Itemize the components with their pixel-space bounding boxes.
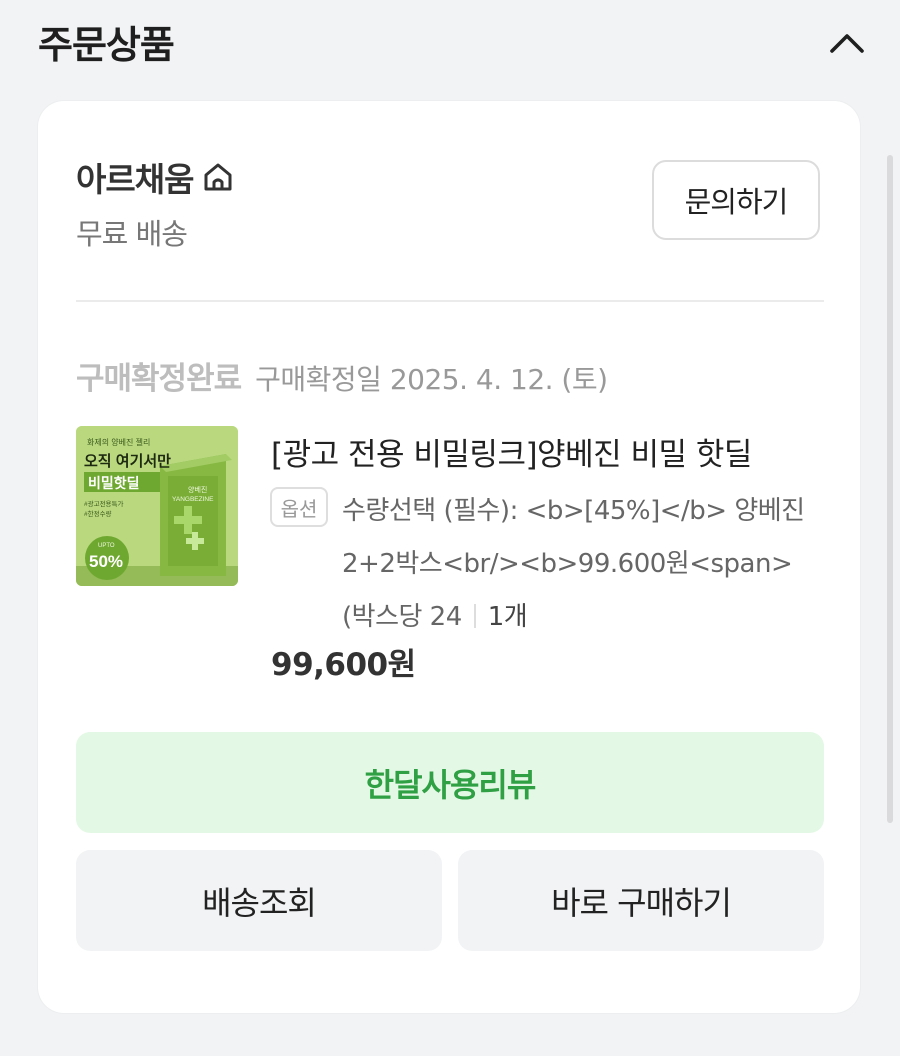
home-icon[interactable] (201, 160, 235, 194)
scrollbar[interactable] (887, 155, 893, 823)
thumb-upto: UPTO (98, 543, 115, 549)
thumb-tag-2: #한정수량 (84, 509, 112, 518)
thumb-top-text: 화제의 양베진 젤리 (87, 437, 150, 447)
option-quantity: 1개 (487, 602, 528, 632)
thumb-headline: 오직 여기서만 (84, 452, 171, 470)
order-items-header: 주문상품 (0, 0, 900, 90)
product-thumbnail[interactable]: 양베진 YANGBEZINE 화제의 양베진 젤리 오직 여기서만 비밀핫딜 #… (76, 426, 238, 586)
inquiry-button[interactable]: 문의하기 (652, 160, 820, 240)
option-badge: 옵션 (270, 487, 328, 527)
box-brand-en: YANGBEZINE (172, 496, 214, 503)
shipping-info: 무료 배송 (76, 217, 188, 251)
order-card: 아르채움 무료 배송 문의하기 구매확정완료 구매확정일 2025. 4. 12… (38, 101, 860, 1013)
option-divider (473, 604, 476, 628)
confirm-date: 구매확정일 2025. 4. 12. (토) (255, 363, 608, 396)
product-image: 양베진 YANGBEZINE 화제의 양베진 젤리 오직 여기서만 비밀핫딜 #… (76, 426, 238, 586)
thumb-percent: 50% (89, 552, 123, 571)
seller-name[interactable]: 아르채움 (76, 153, 194, 201)
status-label: 구매확정완료 (76, 361, 242, 397)
product-name[interactable]: [광고 전용 비밀링크]양베진 비밀 핫딜 (271, 429, 811, 474)
monthly-review-button[interactable]: 한달사용리뷰 (76, 732, 824, 833)
option-text: 수량선택 (필수): <b>[45%]</b> 양베진 2+2박스<br/><b… (342, 496, 805, 632)
chevron-up-icon (830, 34, 864, 53)
thumb-tag-1: #광고전용특가 (84, 499, 124, 508)
thumb-deal: 비밀핫딜 (88, 475, 140, 491)
seller-name-row[interactable]: 아르채움 (76, 153, 235, 201)
product-price: 99,600원 (271, 647, 416, 683)
buy-again-button[interactable]: 바로 구매하기 (458, 850, 824, 951)
option-details: 수량선택 (필수): <b>[45%]</b> 양베진 2+2박스<br/><b… (342, 485, 822, 644)
section-title: 주문상품 (38, 23, 175, 67)
divider (76, 300, 824, 302)
collapse-button[interactable] (822, 18, 872, 68)
track-delivery-button[interactable]: 배송조회 (76, 850, 442, 951)
box-brand: 양베진 (188, 485, 207, 494)
order-status: 구매확정완료 구매확정일 2025. 4. 12. (토) (76, 353, 608, 398)
